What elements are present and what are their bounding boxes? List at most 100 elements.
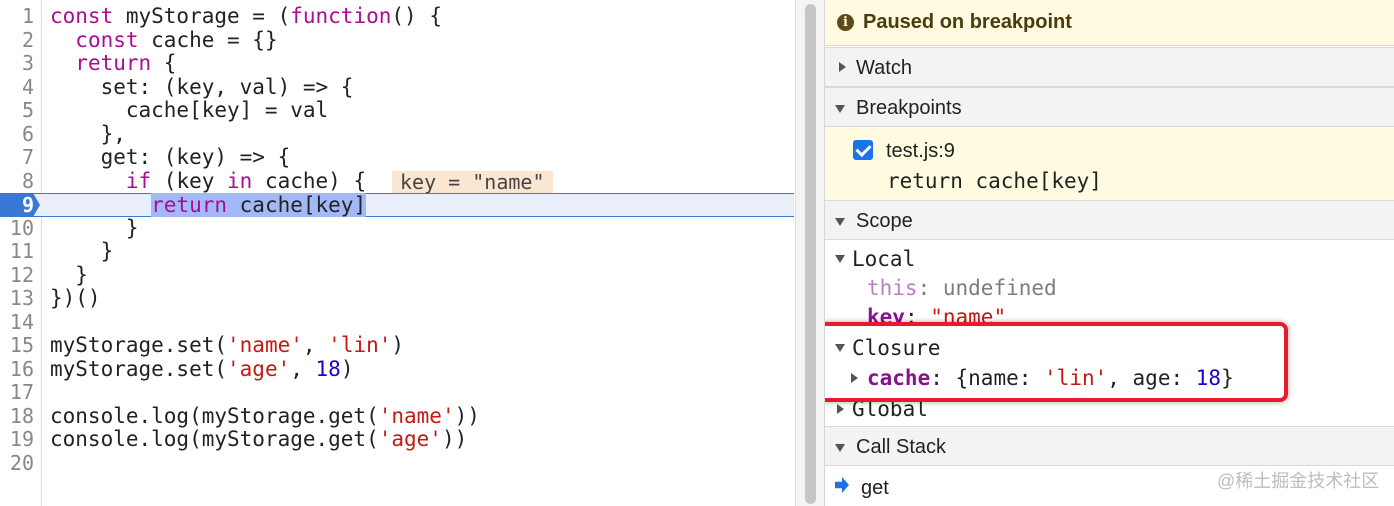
code-token: 'lin' [328, 333, 392, 357]
code-line: 12 } [0, 262, 794, 288]
local-collapse-icon[interactable] [835, 255, 845, 263]
code-token: )) [454, 403, 480, 428]
code-token: console.log(myStorage.get( [50, 403, 379, 428]
paused-banner: i Paused on breakpoint [825, 0, 1394, 46]
watch-section-header[interactable]: Watch [825, 47, 1394, 87]
code-token: } [50, 239, 114, 263]
breakpoint-item[interactable]: test.js:9 return cache[key] [825, 127, 1394, 201]
global-expand-icon[interactable] [837, 404, 844, 414]
local-scope-label[interactable]: Local [852, 247, 915, 271]
line-number[interactable]: 10 [0, 216, 34, 241]
code-line: 6 }, [0, 121, 794, 147]
breakpoints-section-header[interactable]: Breakpoints [825, 87, 1394, 127]
line-number[interactable]: 11 [0, 239, 34, 264]
code-line: 17 [0, 380, 794, 405]
line-number[interactable]: 17 [0, 380, 34, 405]
code-line: 15 myStorage.set('name', 'lin') [0, 333, 794, 358]
breakpoint-checkbox[interactable] [853, 140, 873, 160]
code-line: 11 } [0, 239, 794, 264]
debugger-sidebar: i Paused on breakpoint Watch Breakpoints… [825, 0, 1394, 506]
code-token: )) [441, 427, 468, 451]
code-text: } [50, 215, 139, 241]
code-text: console.log(myStorage.get('age')) [50, 427, 468, 452]
line-number[interactable]: 16 [0, 357, 34, 382]
line-number[interactable]: 5 [0, 98, 34, 123]
call-stack-section-label: Call Stack [856, 436, 947, 458]
line-number[interactable]: 19 [0, 427, 34, 452]
code-line: 18 console.log(myStorage.get('name')) [0, 403, 794, 429]
scope-entry-this: this: undefined [867, 276, 1057, 300]
line-number[interactable]: 15 [0, 333, 34, 358]
line-number[interactable]: 20 [0, 451, 34, 476]
code-token: myStorage = ( [113, 4, 291, 28]
code-line: 16 myStorage.set('age', 18) [0, 356, 794, 382]
code-token: myStorage.set( [50, 356, 228, 381]
line-number[interactable]: 3 [0, 51, 34, 76]
code-token: cache) { [252, 168, 367, 193]
this-value: undefined [942, 276, 1057, 300]
code-token: , [302, 333, 329, 357]
expand-arrow-icon [839, 62, 846, 72]
code-text: get: (key) => { [50, 145, 291, 170]
collapse-arrow-icon [835, 444, 845, 452]
call-stack-section-header[interactable]: Call Stack [825, 426, 1394, 466]
code-token: if [125, 168, 152, 193]
breakpoint-location[interactable]: test.js:9 [886, 139, 955, 163]
collapse-arrow-icon [835, 105, 845, 113]
code-token: } [50, 215, 139, 240]
code-token: (key [151, 168, 228, 193]
line-number[interactable]: 18 [0, 404, 34, 429]
code-line: 10 } [0, 215, 794, 241]
line-number[interactable]: 14 [0, 310, 34, 335]
code-token: cache = {} [138, 27, 278, 52]
editor-scrollbar[interactable] [795, 0, 825, 506]
code-text: return cache[key] [50, 193, 367, 218]
code-token: ) [340, 356, 354, 381]
code-editor: 1 const myStorage = (function() {2 const … [0, 0, 794, 506]
collapse-arrow-icon [835, 218, 845, 226]
line-number[interactable]: 7 [0, 145, 34, 170]
code-text: } [50, 262, 88, 288]
scrollbar-thumb[interactable] [805, 4, 816, 504]
code-token: 'name' [378, 403, 455, 428]
line-number[interactable]: 9 [0, 193, 34, 218]
code-token: { [151, 51, 177, 75]
inline-value-hint: key = "name" [392, 170, 553, 193]
code-line: 1 const myStorage = (function() { [0, 4, 794, 29]
code-line: 7 get: (key) => { [0, 145, 794, 170]
line-number[interactable]: 2 [0, 28, 34, 53]
code-token: }, [50, 121, 126, 146]
code-token: in [227, 168, 253, 193]
line-number[interactable]: 1 [0, 4, 34, 29]
code-token: const [50, 4, 114, 28]
line-number[interactable]: 12 [0, 263, 34, 288]
line-number[interactable]: 4 [0, 75, 34, 100]
code-token: cache[key] [227, 193, 367, 217]
code-line: 2 const cache = {} [0, 27, 794, 53]
code-token: 'age' [227, 356, 291, 381]
watch-section-label: Watch [856, 57, 912, 79]
line-number[interactable]: 13 [0, 286, 34, 311]
watermark: @稀土掘金技术社区 [1217, 471, 1380, 491]
breakpoints-section-label: Breakpoints [856, 97, 962, 119]
current-frame-arrow-icon [835, 477, 849, 493]
code-token: cache[key] = val [50, 98, 329, 122]
code-text: cache[key] = val [50, 98, 329, 123]
code-token: ) [391, 333, 405, 357]
code-text: set: (key, val) => { [50, 75, 354, 100]
code-text: myStorage.set('name', 'lin') [50, 333, 405, 358]
highlight-annotation-box [825, 322, 1288, 402]
code-token: , [290, 356, 316, 381]
code-line: 13})() [0, 286, 794, 311]
line-number[interactable]: 8 [0, 169, 34, 194]
code-token: return [151, 193, 228, 217]
code-token: console.log(myStorage.get( [50, 427, 379, 451]
code-token: 'age' [378, 427, 442, 451]
code-token: } [50, 262, 88, 287]
line-number[interactable]: 6 [0, 122, 34, 147]
scope-section-header[interactable]: Scope [825, 200, 1394, 240]
